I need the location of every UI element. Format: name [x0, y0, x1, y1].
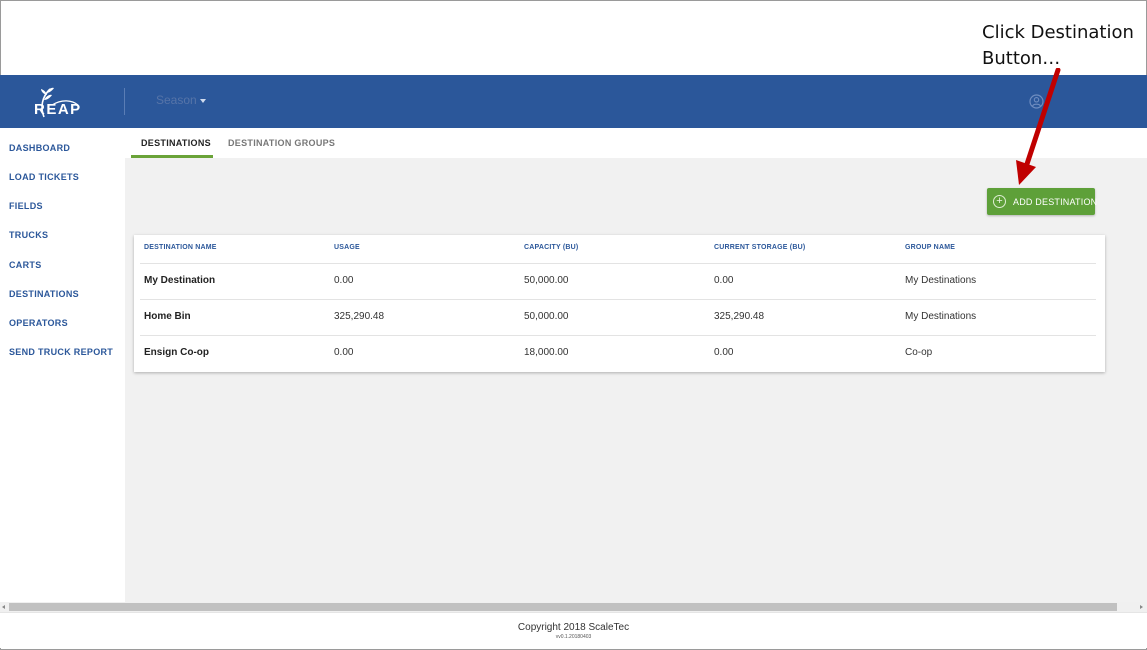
- column-header-group-name[interactable]: GROUP NAME: [905, 244, 955, 251]
- table-header: DESTINATION NAME USAGE CAPACITY (BU) CUR…: [134, 235, 1105, 263]
- sidebar-item-send-truck-report[interactable]: SEND TRUCK REPORT: [9, 347, 113, 357]
- red-pointer-arrow-icon: [1016, 68, 1061, 185]
- sidebar-nav: DASHBOARD LOAD TICKETS FIELDS TRUCKS CAR…: [0, 128, 125, 602]
- cell-destination-name: My Destination: [144, 275, 216, 286]
- tab-bar: DESTINATIONS DESTINATION GROUPS: [125, 128, 1147, 158]
- cell-current-storage: 325,290.48: [714, 311, 765, 322]
- add-destination-button[interactable]: + ADD DESTINATION: [987, 188, 1098, 215]
- cell-destination-name: Home Bin: [144, 311, 191, 322]
- tab-destination-groups[interactable]: DESTINATION GROUPS: [228, 138, 335, 148]
- cell-group-name: My Destinations: [905, 275, 977, 286]
- season-dropdown[interactable]: Season: [156, 93, 206, 107]
- cell-capacity: 50,000.00: [524, 275, 569, 286]
- active-tab-indicator: [131, 155, 213, 158]
- cell-destination-name: Ensign Co-op: [144, 347, 209, 358]
- column-header-usage[interactable]: USAGE: [334, 244, 360, 251]
- column-header-capacity[interactable]: CAPACITY (BU): [524, 244, 578, 251]
- cell-current-storage: 0.00: [714, 347, 734, 358]
- plus-circle-icon: +: [993, 195, 1006, 208]
- sidebar-item-load-tickets[interactable]: LOAD TICKETS: [9, 172, 79, 182]
- table-row[interactable]: Ensign Co-op 0.00 18,000.00 0.00 Co-op: [134, 335, 1105, 371]
- table-row[interactable]: Home Bin 325,290.48 50,000.00 325,290.48…: [134, 299, 1105, 335]
- cell-usage: 325,290.48: [334, 311, 385, 322]
- horizontal-scrollbar[interactable]: [0, 602, 1147, 612]
- column-header-current-storage[interactable]: CURRENT STORAGE (BU): [714, 244, 805, 251]
- cell-capacity: 18,000.00: [524, 347, 569, 358]
- logo-text: REAP: [34, 101, 82, 118]
- cell-current-storage: 0.00: [714, 275, 734, 286]
- top-navbar: REAP Season: [0, 75, 1147, 128]
- scroll-right-arrow-icon[interactable]: [1140, 605, 1143, 609]
- instruction-callout: Click Destination Button…: [982, 20, 1134, 72]
- navbar-divider: [124, 88, 125, 115]
- cell-usage: 0.00: [334, 275, 354, 286]
- main-content: DESTINATIONS DESTINATION GROUPS + ADD DE…: [125, 128, 1147, 602]
- scroll-left-arrow-icon[interactable]: [2, 605, 5, 609]
- cell-capacity: 50,000.00: [524, 311, 569, 322]
- column-header-destination-name[interactable]: DESTINATION NAME: [144, 244, 217, 251]
- version-text: vv0.1.20180403: [555, 634, 592, 640]
- destinations-table: DESTINATION NAME USAGE CAPACITY (BU) CUR…: [134, 235, 1105, 372]
- sidebar-item-trucks[interactable]: TRUCKS: [9, 230, 48, 240]
- copyright-text: Copyright 2018 ScaleTec: [517, 622, 630, 633]
- caret-down-icon: [199, 98, 206, 103]
- cell-usage: 0.00: [334, 347, 354, 358]
- sidebar-item-dashboard[interactable]: DASHBOARD: [9, 143, 70, 153]
- page-footer: Copyright 2018 ScaleTec vv0.1.20180403: [0, 612, 1147, 648]
- table-row[interactable]: My Destination 0.00 50,000.00 0.00 My De…: [134, 263, 1105, 299]
- instruction-line-1: Click Destination: [982, 22, 1134, 43]
- scrollbar-thumb[interactable]: [9, 603, 1117, 611]
- sidebar-item-operators[interactable]: OPERATORS: [9, 318, 68, 328]
- add-destination-label: ADD DESTINATION: [1013, 197, 1098, 207]
- sidebar-item-carts[interactable]: CARTS: [9, 260, 42, 270]
- tab-destinations[interactable]: DESTINATIONS: [141, 138, 211, 148]
- sidebar-item-fields[interactable]: FIELDS: [9, 201, 43, 211]
- season-label: Season: [156, 93, 197, 107]
- cell-group-name: Co-op: [905, 347, 933, 358]
- sidebar-item-destinations[interactable]: DESTINATIONS: [9, 289, 79, 299]
- cell-group-name: My Destinations: [905, 311, 977, 322]
